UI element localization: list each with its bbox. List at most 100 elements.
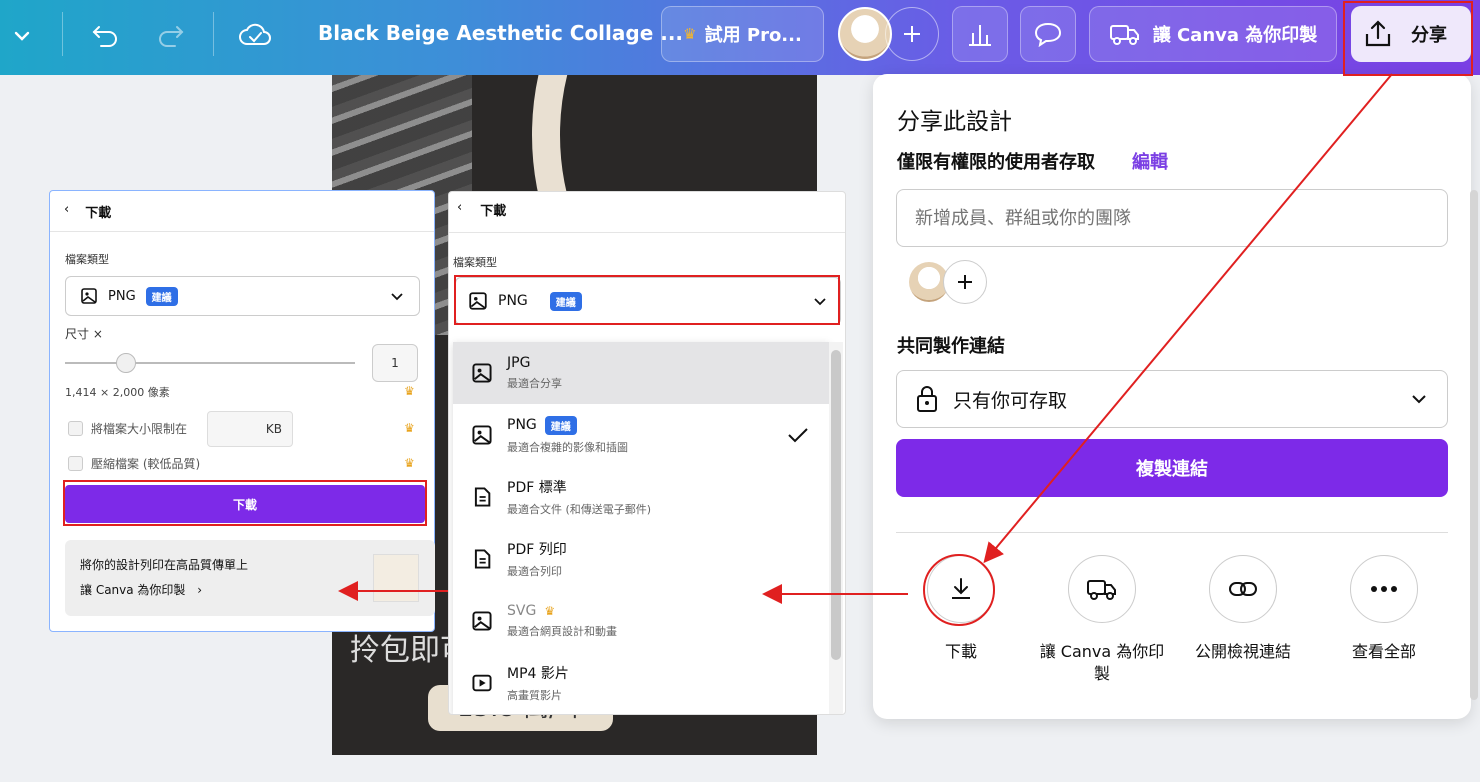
document-icon [474, 487, 491, 507]
option-name: SVG [507, 603, 537, 619]
option-name: PNG [507, 417, 537, 433]
back-icon[interactable]: ‹ [64, 202, 69, 221]
design-title[interactable]: Black Beige Aesthetic Collage ... [318, 21, 683, 45]
download-panel-header: ‹ 下載 [457, 200, 506, 219]
recommended-badge: 建議 [544, 415, 577, 435]
plus-icon [904, 26, 920, 42]
option-pdf-print[interactable]: PDF 列印 最適合列印 [453, 528, 829, 590]
option-mp4[interactable]: MP4 影片 高畫質影片 [453, 652, 829, 714]
limit-size-row: 將檔案大小限制在 [68, 420, 187, 437]
limit-size-label: 將檔案大小限制在 [91, 422, 188, 436]
option-desc: 最適合分享 [507, 377, 562, 390]
add-member-button[interactable] [943, 260, 987, 304]
option-name: PDF 列印 [507, 542, 567, 558]
option-desc: 最適合複雜的影像和插圖 [507, 440, 628, 454]
lock-icon [917, 386, 937, 412]
try-pro-label: 試用 Pro... [704, 25, 802, 46]
print-label: 讓 Canva 為你印製 [1152, 25, 1318, 46]
crown-icon: ♛ [544, 604, 556, 618]
video-icon [472, 674, 492, 692]
try-pro-button[interactable]: ♛ 試用 Pro... [661, 6, 824, 62]
option-desc: 最適合列印 [507, 565, 562, 578]
chevron-down-icon [391, 293, 403, 301]
see-all-action[interactable]: 查看全部 [1314, 555, 1454, 663]
panel-scrollbar[interactable] [1470, 190, 1478, 700]
crown-icon: ♛ [404, 421, 415, 435]
invite-input[interactable] [896, 189, 1448, 247]
kb-input[interactable]: KB [207, 411, 293, 447]
avatar[interactable] [838, 7, 892, 61]
truck-icon [1068, 555, 1136, 623]
print-action[interactable]: 讓 Canva 為你印製 [1032, 555, 1172, 685]
image-icon [472, 611, 492, 631]
copy-link-button[interactable]: 複製連結 [896, 439, 1448, 497]
option-name: PDF 標準 [507, 480, 567, 496]
public-link-label: 公開檢視連結 [1194, 642, 1291, 661]
option-jpg[interactable]: JPG 最適合分享 [453, 342, 829, 404]
divider [50, 231, 434, 232]
check-icon [788, 428, 808, 443]
access-level-value: 只有你可存取 [953, 389, 1068, 412]
print-with-canva-button[interactable]: 讓 Canva 為你印製 [1089, 6, 1337, 62]
chevron-down-icon[interactable] [8, 22, 36, 50]
top-bar: Black Beige Aesthetic Collage ... ♛ 試用 P… [0, 0, 1480, 75]
more-icon [1350, 555, 1418, 623]
truck-icon [1109, 25, 1139, 45]
file-type-select[interactable]: PNG 建議 [65, 276, 420, 316]
access-label: 僅限有權限的使用者存取 [897, 152, 1095, 173]
share-panel-title: 分享此設計 [897, 109, 1012, 135]
print-action-label: 讓 Canva 為你印製 [1039, 642, 1165, 683]
add-collaborator-button[interactable] [885, 7, 939, 61]
size-slider-thumb[interactable] [116, 353, 136, 373]
comment-icon [1034, 22, 1062, 47]
public-link-action[interactable]: 公開檢視連結 [1173, 555, 1313, 663]
download-panel-title: 下載 [480, 204, 507, 219]
insights-button[interactable] [952, 6, 1008, 62]
toolbar-divider [213, 12, 214, 56]
image-icon [81, 288, 97, 304]
option-svg[interactable]: SVG ♛ 最適合網頁設計和動畫 [453, 590, 829, 652]
promo-link[interactable]: 讓 Canva 為你印製 › [80, 581, 202, 598]
promo-title: 將你的設計列印在高品質傳單上 [80, 558, 249, 572]
size-input[interactable]: 1 [372, 344, 418, 382]
file-type-label: 檔案類型 [453, 256, 497, 269]
document-icon [474, 549, 491, 569]
limit-size-checkbox[interactable] [68, 421, 83, 436]
redo-icon[interactable] [154, 18, 188, 52]
crown-icon: ♛ [683, 25, 697, 43]
compress-label: 壓縮檔案 (較低品質) [91, 457, 201, 471]
chevron-right-icon: › [197, 583, 203, 597]
download-panel-header: ‹ 下載 [64, 202, 111, 221]
bar-chart-icon [969, 25, 991, 46]
dropdown-scrollbar[interactable] [829, 342, 843, 714]
divider [896, 532, 1448, 533]
download-action-label: 下載 [944, 642, 977, 661]
print-promo[interactable]: 將你的設計列印在高品質傳單上 讓 Canva 為你印製 › [65, 540, 435, 616]
option-pdf-standard[interactable]: PDF 標準 最適合文件 (和傳送電子郵件) [453, 466, 829, 528]
size-slider-track[interactable] [65, 362, 355, 364]
download-panel-title: 下載 [85, 206, 112, 221]
comment-button[interactable] [1020, 6, 1076, 62]
undo-icon[interactable] [88, 18, 122, 52]
highlight-download-action [923, 554, 995, 626]
cloud-check-icon[interactable] [236, 17, 274, 53]
back-icon[interactable]: ‹ [457, 200, 462, 219]
file-type-value: PNG [108, 288, 136, 304]
option-png[interactable]: PNG 建議 最適合複雜的影像和插圖 [453, 404, 829, 466]
highlight-share-button [1343, 1, 1473, 76]
flyer-thumbnail [373, 554, 419, 602]
file-type-dropdown: JPG 最適合分享 PNG 建議 最適合複雜的影像和插圖 PDF 標準 最適合文件… [453, 342, 829, 714]
compress-row: 壓縮檔案 (較低品質) [68, 455, 200, 472]
compress-checkbox[interactable] [68, 456, 83, 471]
crown-icon: ♛ [404, 384, 415, 398]
crown-icon: ♛ [404, 456, 415, 470]
plus-icon [958, 275, 972, 289]
edit-access-link[interactable]: 編輯 [1132, 148, 1168, 174]
access-level-select[interactable]: 只有你可存取 [896, 370, 1448, 428]
file-type-label: 檔案類型 [65, 253, 109, 266]
dropdown-scroll-thumb[interactable] [831, 350, 841, 660]
see-all-label: 查看全部 [1351, 642, 1416, 661]
option-desc: 最適合文件 (和傳送電子郵件) [507, 503, 652, 516]
divider [449, 232, 845, 233]
size-label: 尺寸 × [65, 327, 103, 341]
